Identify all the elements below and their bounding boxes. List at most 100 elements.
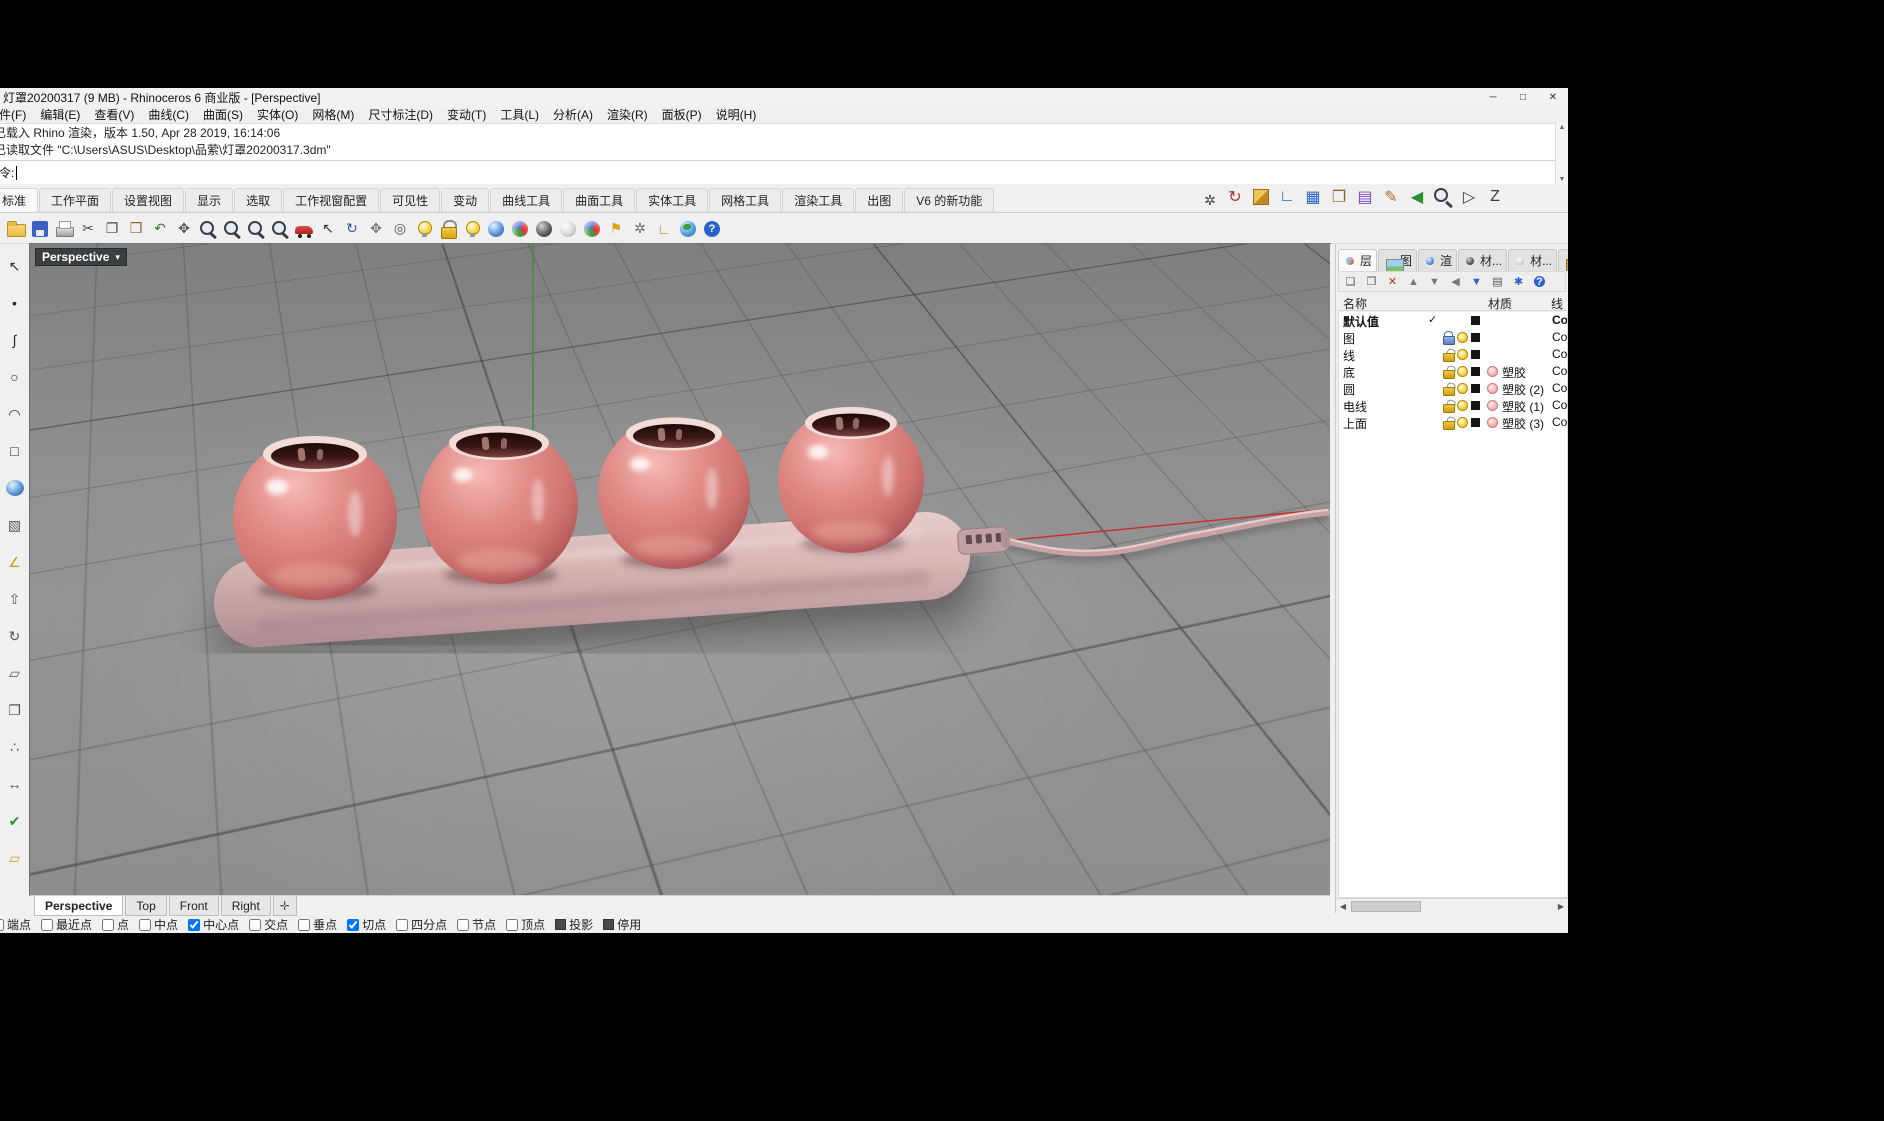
- curve-tool-icon[interactable]: ∫: [3, 329, 27, 351]
- menu-curve[interactable]: 曲线(C): [141, 106, 196, 123]
- zoom-dynamic-icon[interactable]: [197, 218, 219, 240]
- xray-view-icon[interactable]: [533, 218, 555, 240]
- display-mode-icon[interactable]: [413, 218, 435, 240]
- osnap-点[interactable]: 点: [102, 916, 129, 933]
- tab-viewport-layout[interactable]: 工作视窗配置: [283, 188, 379, 212]
- duplicate-icon[interactable]: ❐: [1327, 185, 1351, 209]
- layer-name[interactable]: 线: [1343, 347, 1355, 364]
- scrollbar-thumb[interactable]: [1351, 901, 1421, 912]
- layer-linetype[interactable]: Con: [1552, 381, 1568, 395]
- material-swatch-icon[interactable]: [1487, 400, 1498, 411]
- menu-mesh[interactable]: 网格(M): [305, 106, 361, 123]
- rotate-tool-icon[interactable]: ↻: [3, 625, 27, 647]
- viewport-tab-new[interactable]: ✛: [273, 896, 297, 916]
- scroll-right-icon[interactable]: ▶: [1554, 902, 1568, 911]
- delete-layer-icon[interactable]: ✕: [1384, 273, 1401, 290]
- copy-icon[interactable]: ❐: [101, 218, 123, 240]
- collapse-icon[interactable]: ◀: [1447, 273, 1464, 290]
- osnap-节点[interactable]: 节点: [457, 916, 496, 933]
- panel-help-icon[interactable]: [1531, 273, 1548, 290]
- earth-icon[interactable]: [677, 218, 699, 240]
- unlock-icon[interactable]: [1442, 382, 1454, 395]
- menu-tools[interactable]: 工具(L): [493, 106, 546, 123]
- menu-transform[interactable]: 变动(T): [440, 106, 493, 123]
- lightbulb-icon[interactable]: [1457, 383, 1468, 394]
- scroll-left-icon[interactable]: ◀: [1336, 902, 1350, 911]
- tab-visibility[interactable]: 可见性: [380, 188, 440, 212]
- print-icon[interactable]: [53, 218, 75, 240]
- layer-linetype[interactable]: Con: [1552, 398, 1568, 412]
- layer-row[interactable]: 线 Con: [1339, 346, 1567, 363]
- cut-icon[interactable]: ✂: [77, 218, 99, 240]
- pencil-edit-icon[interactable]: ✎: [1379, 185, 1403, 209]
- layer-row[interactable]: 图 Con: [1339, 329, 1567, 346]
- osnap-checkbox[interactable]: [603, 919, 614, 930]
- zoom-z-icon[interactable]: Z: [1483, 185, 1507, 209]
- material-swatch-icon[interactable]: [1487, 366, 1498, 377]
- menu-dimension[interactable]: 尺寸标注(D): [361, 106, 440, 123]
- perspective-viewport[interactable]: Perspective ▾: [30, 244, 1330, 895]
- help-icon[interactable]: [701, 218, 723, 240]
- undo-icon[interactable]: ↶: [149, 218, 171, 240]
- osnap-垂点[interactable]: 垂点: [298, 916, 337, 933]
- layer-name[interactable]: 图: [1343, 330, 1355, 347]
- menu-render[interactable]: 渲染(R): [600, 106, 655, 123]
- osnap-checkbox[interactable]: [0, 919, 4, 931]
- osnap-checkbox[interactable]: [555, 919, 566, 930]
- osnap-切点[interactable]: 切点: [347, 916, 386, 933]
- panel-tab-layers[interactable]: 层: [1338, 249, 1377, 271]
- layer-color-swatch[interactable]: [1471, 316, 1480, 325]
- layer-row[interactable]: 上面 塑胶 (3) Con: [1339, 414, 1567, 431]
- gears-icon[interactable]: ✲: [629, 218, 651, 240]
- shaded-view-icon[interactable]: [485, 218, 507, 240]
- artistic-view-icon[interactable]: [581, 218, 603, 240]
- materials-book-icon[interactable]: ▤: [1353, 185, 1377, 209]
- osnap-checkbox[interactable]: [249, 919, 261, 931]
- magnifier-icon[interactable]: [1431, 185, 1455, 209]
- grid-plane-icon[interactable]: ▦: [1301, 185, 1325, 209]
- ghosted-view-icon[interactable]: [557, 218, 579, 240]
- dim-tool-icon[interactable]: ↔: [3, 773, 27, 795]
- osnap-checkbox[interactable]: [139, 919, 151, 931]
- menu-panels[interactable]: 面板(P): [655, 106, 709, 123]
- tab-v6-new[interactable]: V6 的新功能: [904, 188, 994, 212]
- layer-row[interactable]: 默认值 ✓ Con: [1339, 312, 1567, 329]
- layer-tools-icon[interactable]: ✱: [1510, 273, 1527, 290]
- tab-set-view[interactable]: 设置视图: [112, 188, 184, 212]
- viewport-tab-top[interactable]: Top: [125, 896, 166, 916]
- menu-file[interactable]: 文件(F): [0, 106, 33, 123]
- layer-color-swatch[interactable]: [1471, 384, 1480, 393]
- layer-linetype[interactable]: Con: [1552, 330, 1568, 344]
- osnap-交点[interactable]: 交点: [249, 916, 288, 933]
- lightbulb-icon[interactable]: [1457, 349, 1468, 360]
- menu-solid[interactable]: 实体(O): [250, 106, 305, 123]
- menu-analyze[interactable]: 分析(A): [546, 106, 600, 123]
- layer-material[interactable]: 塑胶 (2): [1502, 381, 1544, 398]
- flag-icon[interactable]: ⚑: [605, 218, 627, 240]
- maximize-button[interactable]: □: [1508, 88, 1538, 106]
- minimize-button[interactable]: ─: [1478, 88, 1508, 106]
- select-tool-icon[interactable]: ↖: [3, 255, 27, 277]
- view-car-icon[interactable]: [293, 218, 315, 240]
- arc-tool-icon[interactable]: ◠: [3, 403, 27, 425]
- new-layer-icon[interactable]: ❏: [1342, 273, 1359, 290]
- layer-report-icon[interactable]: ▤: [1489, 273, 1506, 290]
- layer-name[interactable]: 默认值: [1343, 313, 1379, 330]
- osnap-checkbox[interactable]: [188, 919, 200, 931]
- lightbulb-icon[interactable]: [1457, 417, 1468, 428]
- check-icon[interactable]: ✔: [3, 810, 27, 832]
- tab-mesh-tools[interactable]: 网格工具: [709, 188, 781, 212]
- move-up-icon[interactable]: ▲: [1405, 273, 1422, 290]
- layer-linetype[interactable]: Con: [1552, 364, 1568, 378]
- zoom-target-icon[interactable]: ◎: [389, 218, 411, 240]
- viewport-tab-right[interactable]: Right: [221, 896, 271, 916]
- osnap-最近点[interactable]: 最近点: [41, 916, 92, 933]
- play-icon[interactable]: ▷: [1457, 185, 1481, 209]
- osnap-checkbox[interactable]: [102, 919, 114, 931]
- tab-solid-tools[interactable]: 实体工具: [636, 188, 708, 212]
- panel-tab-materials[interactable]: 材...: [1458, 249, 1507, 271]
- layer-name[interactable]: 上面: [1343, 415, 1367, 432]
- tab-display[interactable]: 显示: [185, 188, 233, 212]
- layer-linetype[interactable]: Con: [1552, 347, 1568, 361]
- panel-tab-display[interactable]: 图: [1378, 249, 1417, 271]
